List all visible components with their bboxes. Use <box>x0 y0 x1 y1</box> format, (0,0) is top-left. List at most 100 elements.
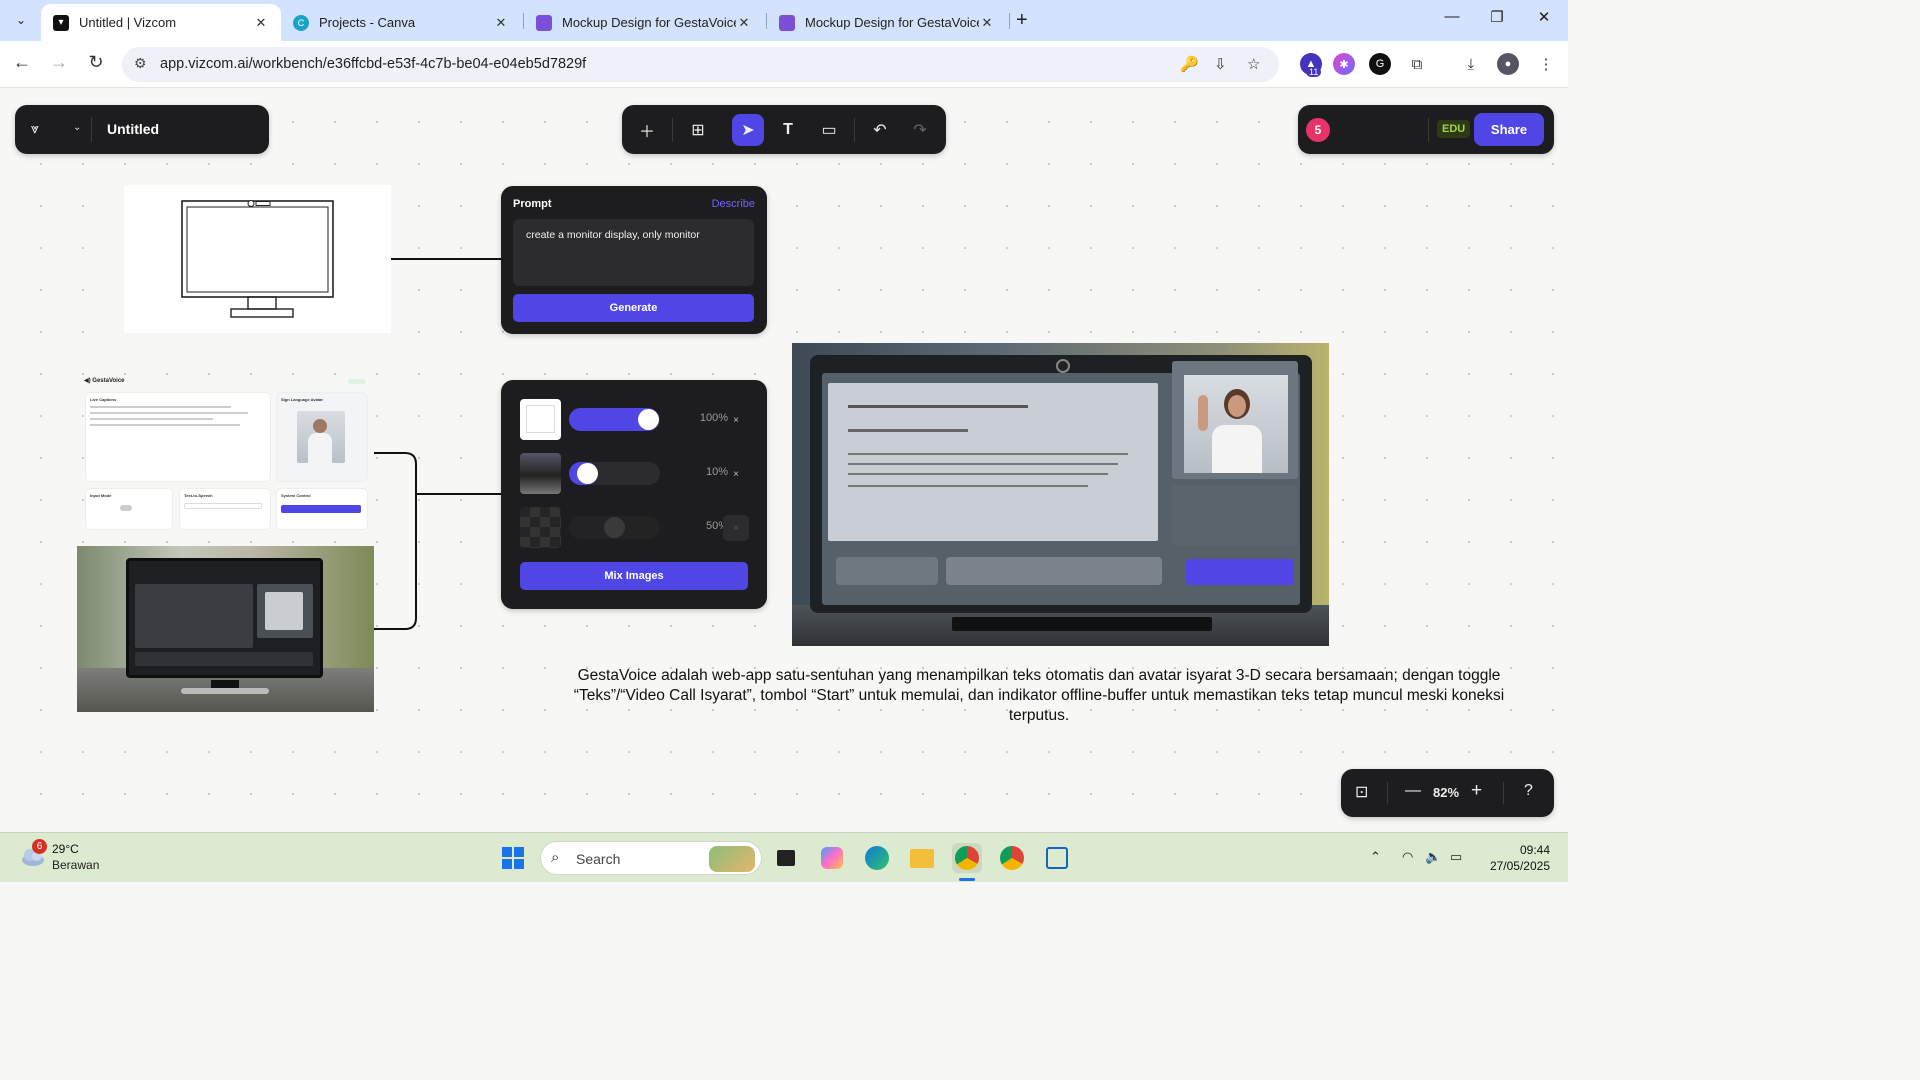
grammarly-icon[interactable]: G <box>1369 53 1391 75</box>
active-app-indicator <box>959 878 975 881</box>
chevron-up-icon[interactable]: ⌃ <box>1370 849 1381 865</box>
zoom-level[interactable]: 82% <box>1433 785 1459 800</box>
edu-badge: EDU <box>1437 120 1471 138</box>
describe-button[interactable]: Describe <box>712 198 755 210</box>
wifi-icon[interactable]: ◠ <box>1402 849 1413 865</box>
mockup-input-mode-card: Input Mode <box>86 489 172 529</box>
system-clock[interactable]: 09:44 27/05/2025 <box>1485 842 1550 874</box>
fit-to-screen-icon[interactable]: ⊡ <box>1355 782 1368 802</box>
mix-thumbnail[interactable] <box>520 453 561 494</box>
minimize-icon[interactable]: — <box>1442 8 1462 25</box>
mockup-brand-text: GestaVoice <box>92 378 125 384</box>
components-icon[interactable]: ⊞ <box>682 114 714 146</box>
chrome-icon[interactable] <box>952 843 982 873</box>
vizcom-logo-icon[interactable]: ⩔ <box>31 120 39 137</box>
gestavoice-mockup-image[interactable]: ◀) GestaVoice Live Captions Sign Languag… <box>80 371 370 531</box>
tab-canva[interactable]: C Projects - Canva ✕ <box>281 4 521 41</box>
clock-time: 09:44 <box>1519 843 1550 857</box>
download-icon[interactable]: ⤓ <box>1460 53 1482 75</box>
close-window-icon[interactable]: ✕ <box>1534 8 1554 26</box>
reload-icon[interactable]: ↻ <box>84 52 108 73</box>
undo-icon[interactable]: ↶ <box>864 114 896 146</box>
workbench-canvas[interactable]: ⩔ ⌄ Untitled ＋ ⊞ ➤ T ▭ ↶ ↷ 5 EDU Share P… <box>0 89 1568 832</box>
weather-notification-badge: 6 <box>32 839 47 854</box>
site-info-icon[interactable]: ⚙ <box>134 55 147 72</box>
puzzle-extensions-icon[interactable]: ⧉ <box>1406 53 1428 75</box>
weather-condition[interactable]: Berawan <box>52 858 99 872</box>
mix-weight-slider[interactable] <box>569 462 660 485</box>
mix-images-button[interactable]: Mix Images <box>520 562 748 590</box>
battery-icon[interactable]: ▭ <box>1450 849 1462 865</box>
restore-icon[interactable]: ❐ <box>1487 8 1507 26</box>
edge-icon[interactable] <box>862 843 892 873</box>
close-icon[interactable]: ✕ <box>493 15 509 31</box>
taskbar-search[interactable]: ⌕ Search <box>540 841 762 875</box>
tab-vizcom[interactable]: ▾ Untitled | Vizcom ✕ <box>41 4 281 41</box>
generate-button[interactable]: Generate <box>513 294 754 322</box>
clock-date: 27/05/2025 <box>1489 859 1550 873</box>
remove-icon[interactable]: × <box>723 515 749 541</box>
new-tab-button[interactable]: + <box>1016 9 1028 32</box>
close-icon[interactable]: ✕ <box>979 15 995 31</box>
help-icon[interactable]: ? <box>1524 782 1533 800</box>
volume-icon[interactable]: 🔈 <box>1425 849 1441 865</box>
description-text[interactable]: GestaVoice adalah web-app satu-sentuhan … <box>560 666 1518 726</box>
monitor-render-photo-large[interactable] <box>792 343 1329 646</box>
tools-panel: ＋ ⊞ ➤ T ▭ ↶ ↷ <box>622 105 946 154</box>
sketch-image-node[interactable] <box>124 185 391 333</box>
monitor-render-photo-small[interactable] <box>77 546 374 712</box>
slider-knob[interactable] <box>638 409 659 430</box>
mix-weight-slider[interactable] <box>569 516 660 539</box>
share-button[interactable]: Share <box>1474 113 1544 146</box>
empty-thumbnail[interactable] <box>520 507 561 548</box>
password-key-icon[interactable]: 🔑 <box>1180 55 1199 73</box>
file-explorer-icon[interactable] <box>907 843 937 873</box>
mix-weight-value: 100% <box>699 412 728 424</box>
mix-weight-slider[interactable] <box>569 408 660 431</box>
copilot-icon[interactable] <box>817 843 847 873</box>
remote-app-icon[interactable] <box>1042 843 1072 873</box>
mix-row: 10% × <box>520 453 750 495</box>
back-icon[interactable]: ← <box>10 52 34 73</box>
slider-knob[interactable] <box>604 517 625 538</box>
vizcom-icon: ▾ <box>53 14 69 31</box>
bookmark-star-icon[interactable]: ☆ <box>1247 55 1260 73</box>
mix-thumbnail[interactable] <box>520 399 561 440</box>
mockup-card-title: Text-to-Speech <box>184 493 213 498</box>
prompt-input[interactable]: create a monitor display, only monitor <box>513 219 754 286</box>
add-icon[interactable]: ＋ <box>631 114 663 146</box>
remove-icon[interactable]: × <box>723 407 749 433</box>
task-view-icon[interactable] <box>771 843 801 873</box>
temperature[interactable]: 29°C <box>52 842 79 856</box>
chevron-down-icon[interactable]: ⌄ <box>73 122 81 133</box>
forward-icon[interactable]: → <box>47 52 71 73</box>
tab-slides-1[interactable]: Mockup Design for GestaVoice ✕ <box>524 4 764 41</box>
chrome-profile-icon[interactable] <box>997 843 1027 873</box>
ai-extension-icon[interactable]: ✱ <box>1333 53 1355 75</box>
address-bar[interactable]: ⚙ app.vizcom.ai/workbench/e36ffcbd-e53f-… <box>122 47 1279 82</box>
slider-knob[interactable] <box>576 463 598 484</box>
frame-icon[interactable]: ▭ <box>813 114 845 146</box>
tab-slides-2[interactable]: Mockup Design for GestaVoice ✕ <box>767 4 1007 41</box>
mockup-tts-card: Text-to-Speech <box>180 489 270 529</box>
user-count-badge[interactable]: 5 <box>1306 118 1330 142</box>
file-name[interactable]: Untitled <box>107 121 159 137</box>
browser-toolbar: ← → ↻ ⚙ app.vizcom.ai/workbench/e36ffcbd… <box>0 41 1568 88</box>
search-placeholder: Search <box>576 851 621 867</box>
text-icon[interactable]: T <box>772 114 804 146</box>
close-icon[interactable]: ✕ <box>253 15 269 31</box>
install-app-icon[interactable]: ⇩ <box>1214 55 1227 73</box>
windows-start-icon[interactable] <box>498 843 528 873</box>
remove-icon[interactable]: × <box>723 461 749 487</box>
close-icon[interactable]: ✕ <box>736 15 752 31</box>
search-highlight-icon <box>709 846 755 872</box>
zoom-in-icon[interactable]: + <box>1471 780 1482 802</box>
mix-row: 50% × <box>520 507 750 549</box>
avatar[interactable]: ● <box>1497 53 1519 75</box>
divider <box>672 118 673 142</box>
zoom-out-icon[interactable]: — <box>1405 782 1421 800</box>
tab-search-button[interactable]: ⌄ <box>8 7 34 33</box>
select-icon[interactable]: ➤ <box>732 114 764 146</box>
redo-icon[interactable]: ↷ <box>904 114 936 146</box>
browser-menu-icon[interactable]: ⋮ <box>1535 53 1557 75</box>
